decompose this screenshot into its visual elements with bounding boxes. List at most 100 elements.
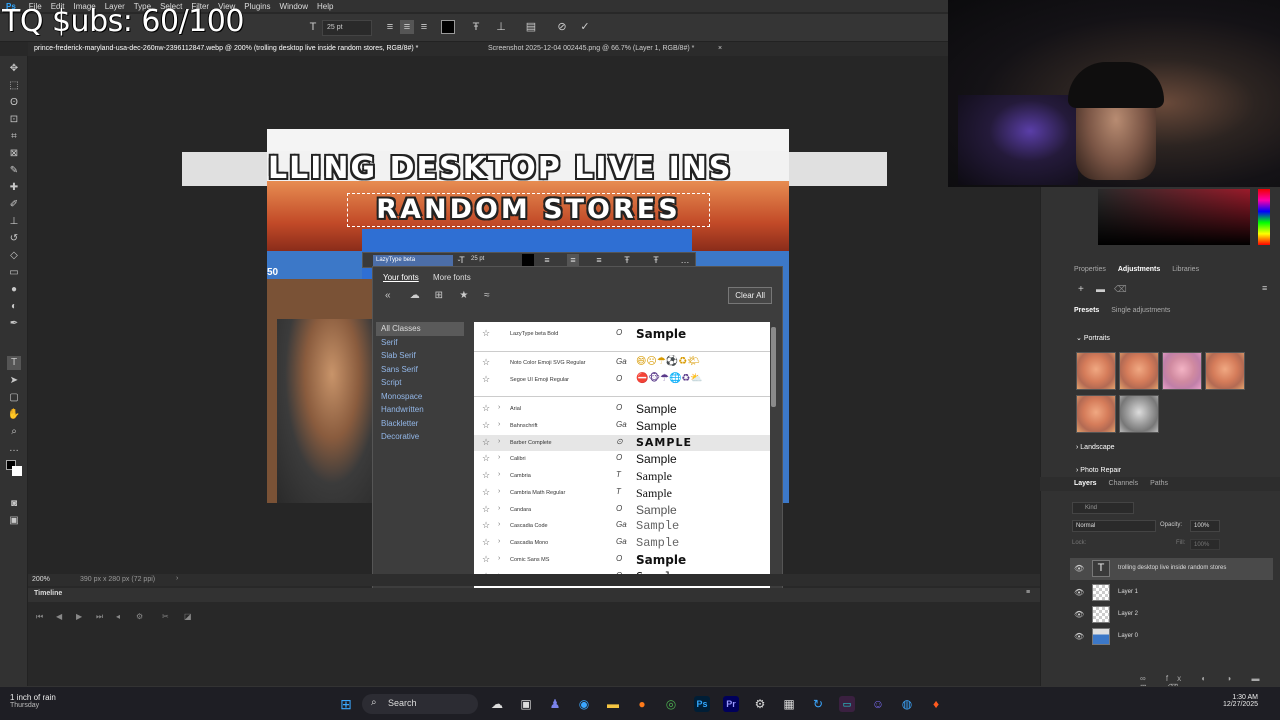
class-monospace[interactable]: Monospace: [376, 390, 464, 404]
status-arrow-icon[interactable]: ›: [176, 575, 178, 582]
tab-layers[interactable]: Layers: [1074, 480, 1097, 487]
hue-slider[interactable]: [1258, 189, 1270, 245]
class-handwritten[interactable]: Handwritten: [376, 403, 464, 417]
align-left-icon[interactable]: ≡: [383, 20, 397, 34]
tab-doc-active[interactable]: prince-frederick-maryland-usa-dec-260nw-…: [34, 45, 418, 52]
tab-single-adjustments[interactable]: Single adjustments: [1111, 307, 1170, 314]
font-row[interactable]: ☆ › Comic Sans MS O Sample: [474, 552, 770, 569]
play-icon[interactable]: ▶: [76, 612, 82, 621]
taskbar-clock[interactable]: 1:30 AM 12/27/2025: [1223, 694, 1258, 708]
favorite-star-icon[interactable]: ☆: [482, 328, 490, 339]
discord-icon[interactable]: ☺: [870, 696, 886, 712]
favorite-star-icon[interactable]: ☆: [482, 504, 490, 515]
marquee-tool-icon[interactable]: ⬚: [7, 79, 21, 93]
object-select-tool-icon[interactable]: ⊡: [7, 113, 21, 127]
cancel-icon[interactable]: ⊘: [555, 20, 569, 34]
photo-repair-section[interactable]: › Photo Repair: [1076, 467, 1256, 475]
favorite-star-icon[interactable]: ☆: [482, 453, 490, 464]
menu-plugins[interactable]: Plugins: [244, 2, 270, 11]
refresh-app-icon[interactable]: ↻: [810, 696, 826, 712]
menu-window[interactable]: Window: [280, 2, 308, 11]
background-color-swatch[interactable]: [12, 466, 22, 476]
chevron-right-icon[interactable]: ›: [498, 471, 500, 478]
similar-shape-icon[interactable]: ≈: [484, 290, 506, 301]
preset-thumb[interactable]: [1205, 352, 1245, 390]
context-color-swatch[interactable]: [522, 254, 534, 266]
shape-tool-icon[interactable]: ▢: [7, 391, 21, 405]
hand-tool-icon[interactable]: ✋: [7, 408, 21, 422]
text-3d-icon[interactable]: ⊥: [494, 20, 508, 34]
chrome-icon[interactable]: ◎: [663, 696, 679, 712]
firefox-icon[interactable]: ●: [634, 696, 650, 712]
class-sans-serif[interactable]: Sans Serif: [376, 363, 464, 377]
first-frame-icon[interactable]: ⏮: [36, 612, 43, 622]
settings-gear-icon[interactable]: ⚙: [136, 612, 143, 621]
class-serif[interactable]: Serif: [376, 336, 464, 350]
context-align-left-icon[interactable]: ≡: [541, 254, 553, 266]
photoshop-taskbar-icon[interactable]: Ps: [694, 696, 710, 712]
context-align-center-icon[interactable]: ≡: [567, 254, 579, 266]
preset-thumb[interactable]: [1162, 352, 1202, 390]
favorite-star-icon[interactable]: ☆: [482, 537, 490, 548]
chevron-right-icon[interactable]: ›: [498, 488, 500, 495]
fill-field[interactable]: 100%: [1190, 539, 1220, 550]
favorite-star-icon[interactable]: ☆: [482, 470, 490, 481]
color-picker-field[interactable]: [1098, 189, 1250, 245]
opacity-field[interactable]: 100%: [1190, 520, 1220, 532]
font-row[interactable]: ☆ › Calibri O Sample: [474, 451, 770, 468]
quick-mask-icon[interactable]: ◙: [7, 497, 21, 511]
steam-icon[interactable]: ⚙: [752, 696, 768, 712]
eye-icon[interactable]: 👁: [1074, 588, 1084, 597]
layer-name[interactable]: Layer 0: [1118, 633, 1138, 639]
context-case-icon[interactable]: Ŧ: [650, 254, 662, 266]
font-list-scrollbar[interactable]: [771, 327, 776, 407]
start-windows-icon[interactable]: ⊞: [338, 696, 354, 712]
font-family-select[interactable]: LazyType beta: [373, 255, 453, 266]
healing-tool-icon[interactable]: ✚: [7, 181, 21, 195]
layer-name[interactable]: trolling desktop live inside random stor…: [1118, 565, 1226, 571]
brave-icon[interactable]: ♦: [928, 696, 944, 712]
context-align-right-icon[interactable]: ≡: [593, 254, 605, 266]
tab-presets[interactable]: Presets: [1074, 307, 1099, 314]
lasso-tool-icon[interactable]: ʘ: [7, 96, 21, 110]
task-view-icon[interactable]: ▣: [518, 696, 534, 712]
move-tool-icon[interactable]: ✥: [7, 62, 21, 76]
zoom-level[interactable]: 200%: [32, 576, 50, 583]
history-brush-icon[interactable]: ↺: [7, 232, 21, 246]
next-frame-icon[interactable]: ⏭: [96, 612, 103, 622]
class-script[interactable]: Script: [376, 376, 464, 390]
eye-icon[interactable]: 👁: [1074, 610, 1084, 619]
layer-filter-kind[interactable]: Kind: [1072, 502, 1134, 514]
teams-icon[interactable]: ♟: [547, 696, 563, 712]
similar-fonts-icon[interactable]: ⊞: [435, 290, 457, 301]
list-view-icon[interactable]: ≡: [1262, 283, 1267, 293]
panel-menu-icon[interactable]: ≡: [1026, 589, 1030, 596]
font-row-emoji[interactable]: ☆ Segoe UI Emoji Regular O ⛔🐵☂🌐♻⛅: [474, 372, 770, 389]
landscape-section[interactable]: › Landscape: [1076, 444, 1115, 451]
pen-tool-icon[interactable]: ✒: [7, 317, 21, 331]
cloud-filter-icon[interactable]: ☁: [410, 290, 432, 301]
eye-icon[interactable]: 👁: [1074, 632, 1084, 641]
gradient-tool-icon[interactable]: ▭: [7, 266, 21, 280]
chevron-right-icon[interactable]: ›: [498, 505, 500, 512]
dodge-tool-icon[interactable]: ◐: [7, 300, 21, 314]
layer-name[interactable]: Layer 1: [1118, 589, 1138, 595]
taskbar-search[interactable]: ⌕ Search: [362, 694, 478, 714]
class-all[interactable]: All Classes: [376, 322, 464, 336]
favorite-star-icon[interactable]: ☆: [482, 487, 490, 498]
favorite-star-icon[interactable]: ☆: [482, 520, 490, 531]
preset-thumb[interactable]: [1119, 352, 1159, 390]
menu-help[interactable]: Help: [317, 2, 333, 11]
class-decorative[interactable]: Decorative: [376, 430, 464, 444]
screen-mode-icon[interactable]: ▣: [7, 514, 21, 528]
frame-tool-icon[interactable]: ⊠: [7, 147, 21, 161]
layer-row[interactable]: 👁 Layer 2: [1070, 604, 1273, 626]
favorite-star-icon[interactable]: ☆: [482, 420, 490, 431]
tab-libraries[interactable]: Libraries: [1172, 266, 1199, 273]
headline-text-line2[interactable]: RANDOM STORES: [347, 193, 710, 227]
tab-more-fonts[interactable]: More fonts: [433, 273, 471, 282]
collapse-icon[interactable]: «: [385, 290, 407, 301]
context-more-icon[interactable]: …: [679, 254, 691, 266]
transition-icon[interactable]: ◪: [184, 612, 192, 621]
eyedropper-tool-icon[interactable]: ✎: [7, 164, 21, 178]
